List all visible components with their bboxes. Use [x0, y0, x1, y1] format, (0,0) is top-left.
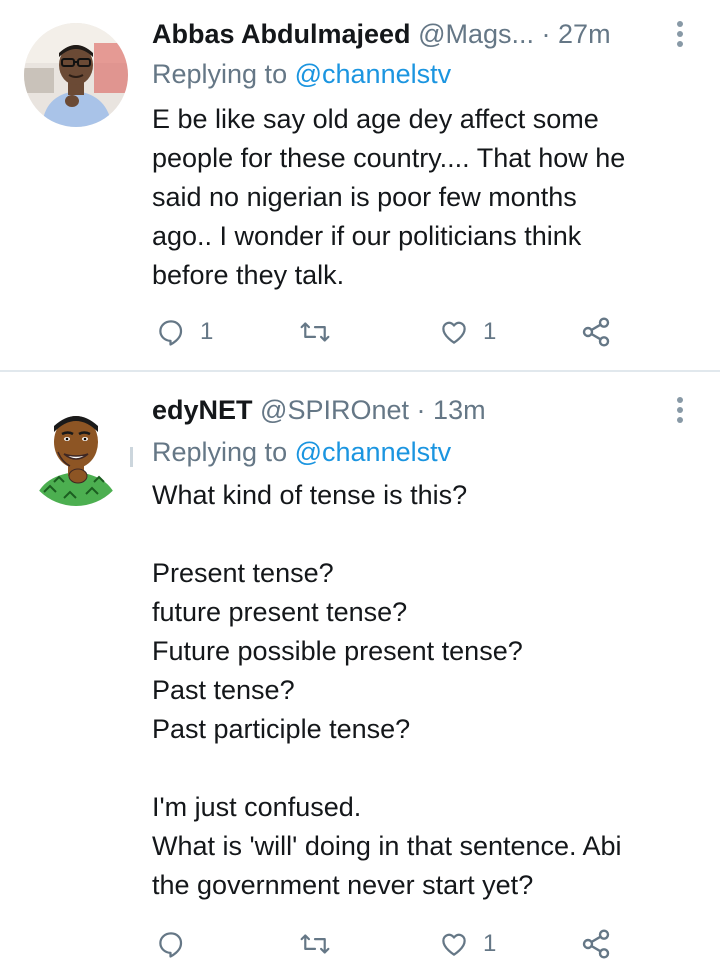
tweet-text-line: Present tense?: [152, 558, 334, 588]
tweet-text: E be like say old age dey affect some pe…: [152, 100, 697, 295]
tweet-text-line: ago.. I wonder if our politicians think: [152, 221, 582, 251]
retweet-icon: [300, 322, 330, 342]
reply-button[interactable]: [156, 924, 200, 964]
reply-count: 1: [200, 318, 214, 345]
share-button[interactable]: [580, 924, 612, 964]
like-button[interactable]: 1: [439, 924, 496, 964]
thread-line: [130, 447, 133, 467]
more-vertical-icon[interactable]: [670, 16, 690, 52]
reply-icon: [159, 932, 183, 958]
reply-button[interactable]: 1: [156, 312, 213, 352]
tweet-text-line: future present tense?: [152, 597, 408, 627]
timestamp[interactable]: 13m: [433, 395, 486, 425]
author-name[interactable]: Abbas Abdulmajeed: [152, 19, 411, 49]
avatar[interactable]: [24, 23, 128, 127]
tweet-actions: 1 1: [152, 312, 697, 352]
tweet-text-line: I'm just confused.: [152, 792, 362, 822]
tweet[interactable]: edyNET @SPIROnet · 13m Replying to @chan…: [0, 372, 720, 971]
tweet-text-line: E be like say old age dey affect some: [152, 104, 599, 134]
separator-dot: ·: [416, 395, 426, 425]
tweet-text-line: Future possible present tense?: [152, 636, 523, 666]
heart-icon: [442, 321, 466, 344]
tweet-text-line: [152, 515, 697, 554]
heart-icon: [442, 933, 466, 956]
tweet-header: edyNET @SPIROnet · 13m: [152, 392, 660, 428]
tweet-header: Abbas Abdulmajeed @Mags... · 27m: [152, 16, 660, 52]
tweet-text-line: Past tense?: [152, 675, 295, 705]
retweet-icon: [300, 934, 330, 954]
tweet-text-line: [152, 749, 697, 788]
like-button[interactable]: 1: [439, 312, 496, 352]
replying-prefix: Replying to: [152, 437, 288, 467]
replying-to: Replying to @channelstv: [152, 56, 451, 92]
retweet-button[interactable]: [298, 924, 346, 964]
replying-to: Replying to @channelstv: [152, 434, 451, 470]
tweet-text-line: the government never start yet?: [152, 870, 534, 900]
retweet-button[interactable]: [298, 312, 346, 352]
timestamp[interactable]: 27m: [558, 19, 611, 49]
author-handle[interactable]: @Mags...: [418, 19, 534, 49]
tweet-text-line: What is 'will' doing in that sentence. A…: [152, 831, 622, 861]
tweet[interactable]: Abbas Abdulmajeed @Mags... · 27m Replyin…: [0, 0, 720, 370]
tweet-text-line: What kind of tense is this?: [152, 480, 468, 510]
like-count: 1: [483, 318, 497, 345]
tweet-text-line: Past participle tense?: [152, 714, 411, 744]
mention-link[interactable]: @channelstv: [295, 59, 452, 89]
replying-prefix: Replying to: [152, 59, 288, 89]
like-count: 1: [483, 930, 497, 957]
author-name[interactable]: edyNET: [152, 395, 253, 425]
share-button[interactable]: [580, 312, 612, 352]
share-icon: [582, 317, 610, 347]
more-vertical-icon[interactable]: [670, 392, 690, 428]
tweet-text: What kind of tense is this? Present tens…: [152, 476, 697, 905]
tweet-text-line: people for these country.... That how he: [152, 143, 626, 173]
share-icon: [582, 929, 610, 959]
reply-icon: [159, 320, 183, 346]
tweet-text-line: said no nigerian is poor few months: [152, 182, 577, 212]
separator-dot: ·: [541, 19, 551, 49]
mention-link[interactable]: @channelstv: [295, 437, 452, 467]
avatar[interactable]: [24, 402, 128, 506]
tweet-actions: 1: [152, 924, 697, 964]
author-handle[interactable]: @SPIROnet: [260, 395, 409, 425]
tweet-text-line: before they talk.: [152, 260, 345, 290]
